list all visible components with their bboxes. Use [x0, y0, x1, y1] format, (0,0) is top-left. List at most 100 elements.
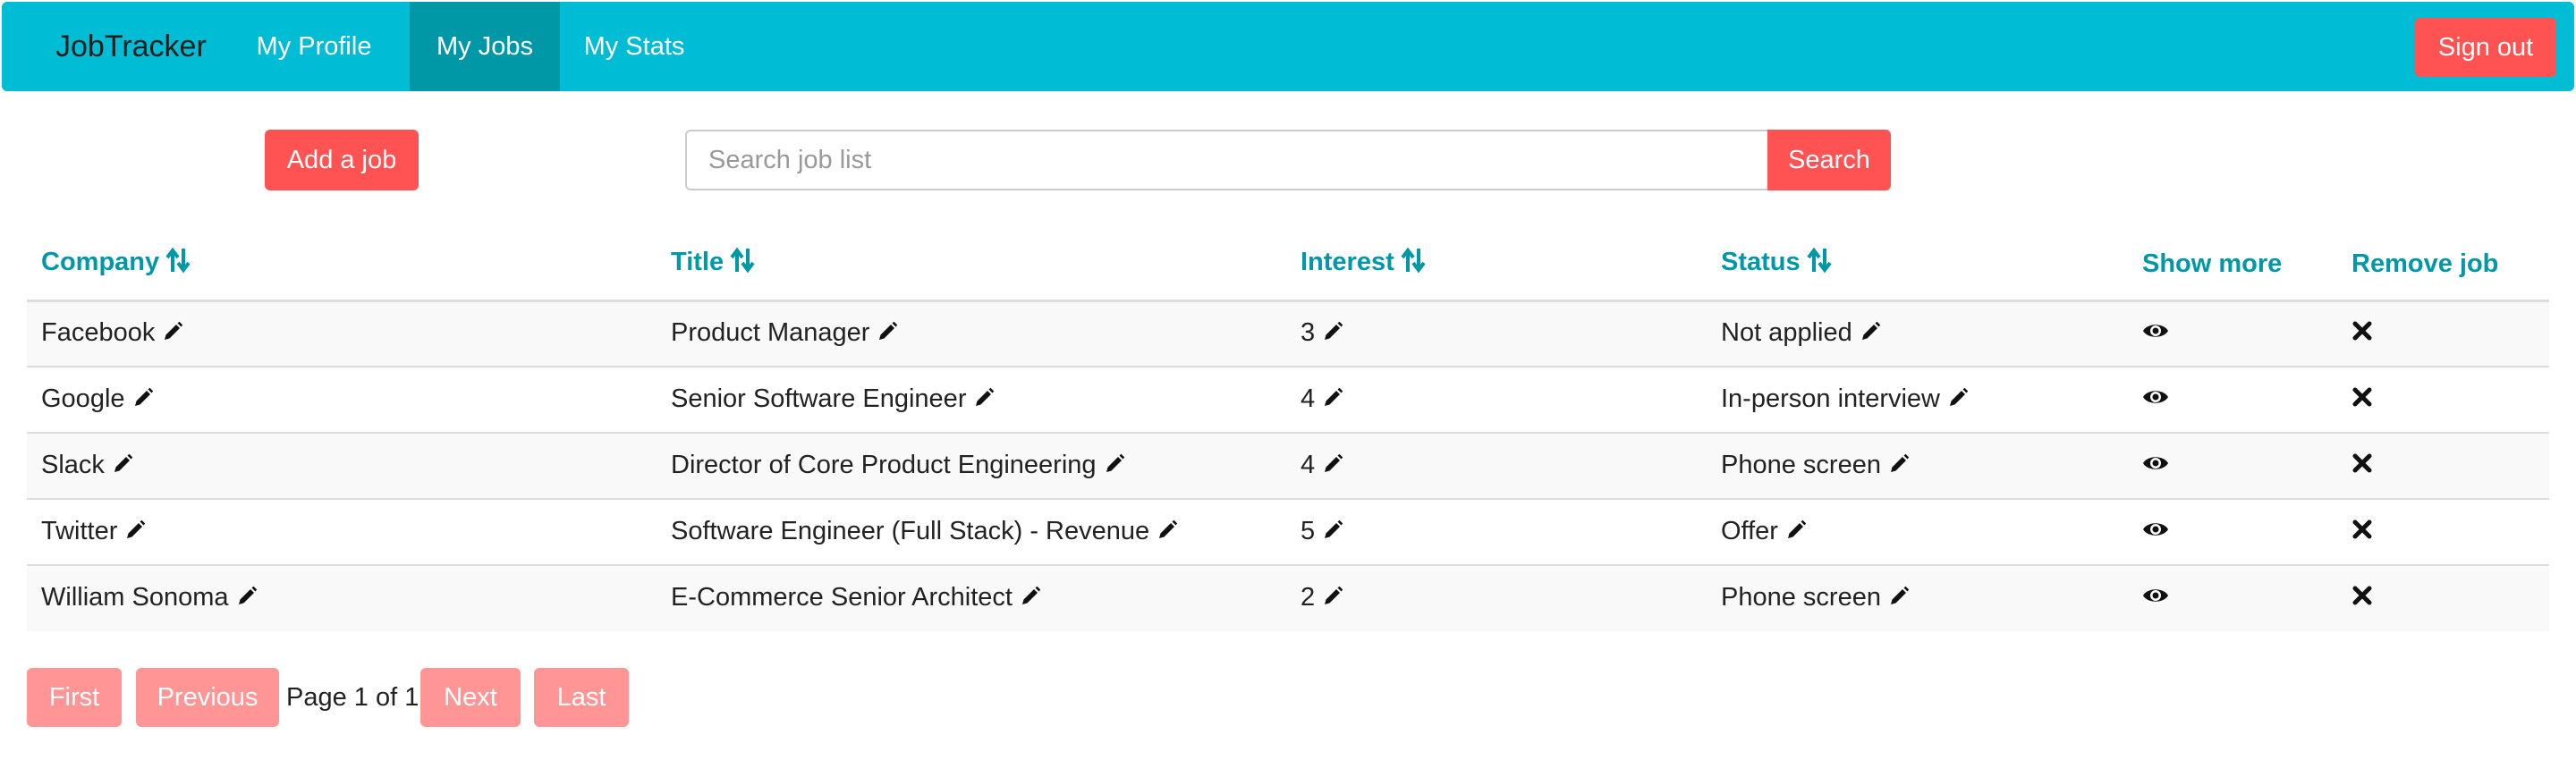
status-value: Phone screen	[1721, 450, 1881, 479]
next-page-button[interactable]: Next	[420, 668, 521, 727]
pencil-icon[interactable]	[1322, 452, 1343, 482]
add-job-button[interactable]: Add a job	[265, 130, 419, 190]
title-cell: Software Engineer (Full Stack) - Revenue	[657, 498, 1286, 565]
title-cell: Product Manager	[657, 300, 1286, 367]
pencil-icon[interactable]	[1888, 585, 1910, 614]
pencil-icon[interactable]	[1157, 519, 1178, 548]
status-cell: Phone screen	[1707, 432, 2128, 499]
pencil-icon[interactable]	[877, 320, 898, 350]
sort-arrows-icon[interactable]	[729, 247, 756, 281]
remove-cell	[2337, 300, 2549, 367]
column-header-label: Status	[1721, 248, 1801, 277]
eye-icon[interactable]	[2142, 452, 2169, 481]
eye-icon[interactable]	[2142, 385, 2169, 415]
status-cell: Offer	[1707, 498, 2128, 565]
eye-icon[interactable]	[2142, 518, 2169, 547]
job-title: Software Engineer (Full Stack) - Revenue	[671, 516, 1150, 545]
interest-value: 3	[1301, 317, 1316, 347]
interest-cell: 4	[1286, 366, 1707, 433]
company-cell: Facebook	[27, 300, 657, 367]
pencil-icon[interactable]	[124, 519, 146, 548]
interest-cell: 5	[1286, 498, 1707, 565]
company-name: Google	[41, 384, 125, 413]
pencil-icon[interactable]	[1860, 320, 1881, 350]
pencil-icon[interactable]	[1020, 585, 1041, 614]
sort-arrows-icon[interactable]	[165, 247, 191, 281]
close-icon[interactable]	[2351, 452, 2373, 481]
status-cell: Not applied	[1707, 300, 2128, 367]
title-cell: E-Commerce Senior Architect	[657, 564, 1286, 631]
sort-arrows-icon[interactable]	[1400, 247, 1427, 281]
eye-icon[interactable]	[2142, 319, 2169, 349]
show-more-cell	[2128, 300, 2337, 367]
remove-cell	[2337, 432, 2549, 499]
pencil-icon[interactable]	[112, 452, 133, 482]
company-name: Twitter	[41, 516, 118, 545]
pencil-icon[interactable]	[1785, 519, 1807, 548]
pencil-icon[interactable]	[162, 320, 183, 350]
pencil-icon[interactable]	[1888, 452, 1910, 482]
remove-cell	[2337, 366, 2549, 433]
job-title: Senior Software Engineer	[671, 384, 967, 413]
status-value: Not applied	[1721, 317, 1852, 347]
interest-cell: 4	[1286, 432, 1707, 499]
table-header-row: Company Title Interest Status Show more …	[27, 229, 2549, 302]
show-more-cell	[2128, 498, 2337, 565]
company-cell: William Sonoma	[27, 564, 657, 631]
sign-out-button[interactable]: Sign out	[2415, 18, 2556, 77]
table-row: Google Senior Software Engineer 4 In-per…	[27, 366, 2549, 433]
pencil-icon[interactable]	[1104, 452, 1125, 482]
pencil-icon[interactable]	[1322, 585, 1343, 614]
pencil-icon[interactable]	[1947, 386, 1969, 416]
remove-cell	[2337, 564, 2549, 631]
close-icon[interactable]	[2351, 518, 2373, 547]
show-more-cell	[2128, 432, 2337, 499]
search-button[interactable]: Search	[1767, 130, 1891, 190]
pencil-icon[interactable]	[973, 386, 995, 416]
previous-page-button[interactable]: Previous	[136, 668, 279, 727]
first-page-button[interactable]: First	[27, 668, 122, 727]
company-cell: Twitter	[27, 498, 657, 565]
column-header-status[interactable]: Status	[1707, 229, 2128, 302]
status-cell: In-person interview	[1707, 366, 2128, 433]
column-header-label: Interest	[1301, 248, 1394, 277]
column-header-interest[interactable]: Interest	[1286, 229, 1707, 302]
close-icon[interactable]	[2351, 584, 2373, 613]
interest-value: 4	[1301, 450, 1316, 479]
interest-value: 2	[1301, 583, 1316, 612]
top-navbar: JobTracker My Profile My Jobs My Stats S…	[2, 2, 2574, 91]
column-header-company[interactable]: Company	[27, 229, 657, 302]
company-cell: Slack	[27, 432, 657, 499]
company-name: Facebook	[41, 317, 156, 347]
company-name: Slack	[41, 450, 105, 479]
pencil-icon[interactable]	[1322, 386, 1343, 416]
column-header-title[interactable]: Title	[657, 229, 1286, 302]
close-icon[interactable]	[2351, 319, 2373, 349]
eye-icon[interactable]	[2142, 584, 2169, 613]
title-cell: Director of Core Product Engineering	[657, 432, 1286, 499]
nav-my-jobs[interactable]: My Jobs	[410, 2, 560, 91]
table-row: Twitter Software Engineer (Full Stack) -…	[27, 498, 2549, 565]
search-bar: Search	[685, 130, 1891, 190]
page-indicator: Page 1 of 1	[286, 682, 419, 712]
pencil-icon[interactable]	[1322, 519, 1343, 548]
interest-cell: 2	[1286, 564, 1707, 631]
close-icon[interactable]	[2351, 385, 2373, 415]
search-input[interactable]	[685, 130, 1767, 190]
status-value: In-person interview	[1721, 384, 1940, 413]
nav-my-stats[interactable]: My Stats	[562, 2, 707, 91]
pencil-icon[interactable]	[132, 386, 154, 416]
table-row: Slack Director of Core Product Engineeri…	[27, 432, 2549, 499]
status-cell: Phone screen	[1707, 564, 2128, 631]
pencil-icon[interactable]	[1322, 320, 1343, 350]
sort-arrows-icon[interactable]	[1806, 247, 1833, 281]
remove-cell	[2337, 498, 2549, 565]
company-name: William Sonoma	[41, 583, 229, 612]
last-page-button[interactable]: Last	[534, 668, 629, 727]
nav-my-profile[interactable]: My Profile	[245, 2, 383, 91]
pencil-icon[interactable]	[236, 585, 258, 614]
column-header-label: Company	[41, 248, 160, 277]
show-more-cell	[2128, 564, 2337, 631]
app-brand[interactable]: JobTracker	[55, 2, 207, 91]
column-header-label: Title	[671, 248, 724, 277]
